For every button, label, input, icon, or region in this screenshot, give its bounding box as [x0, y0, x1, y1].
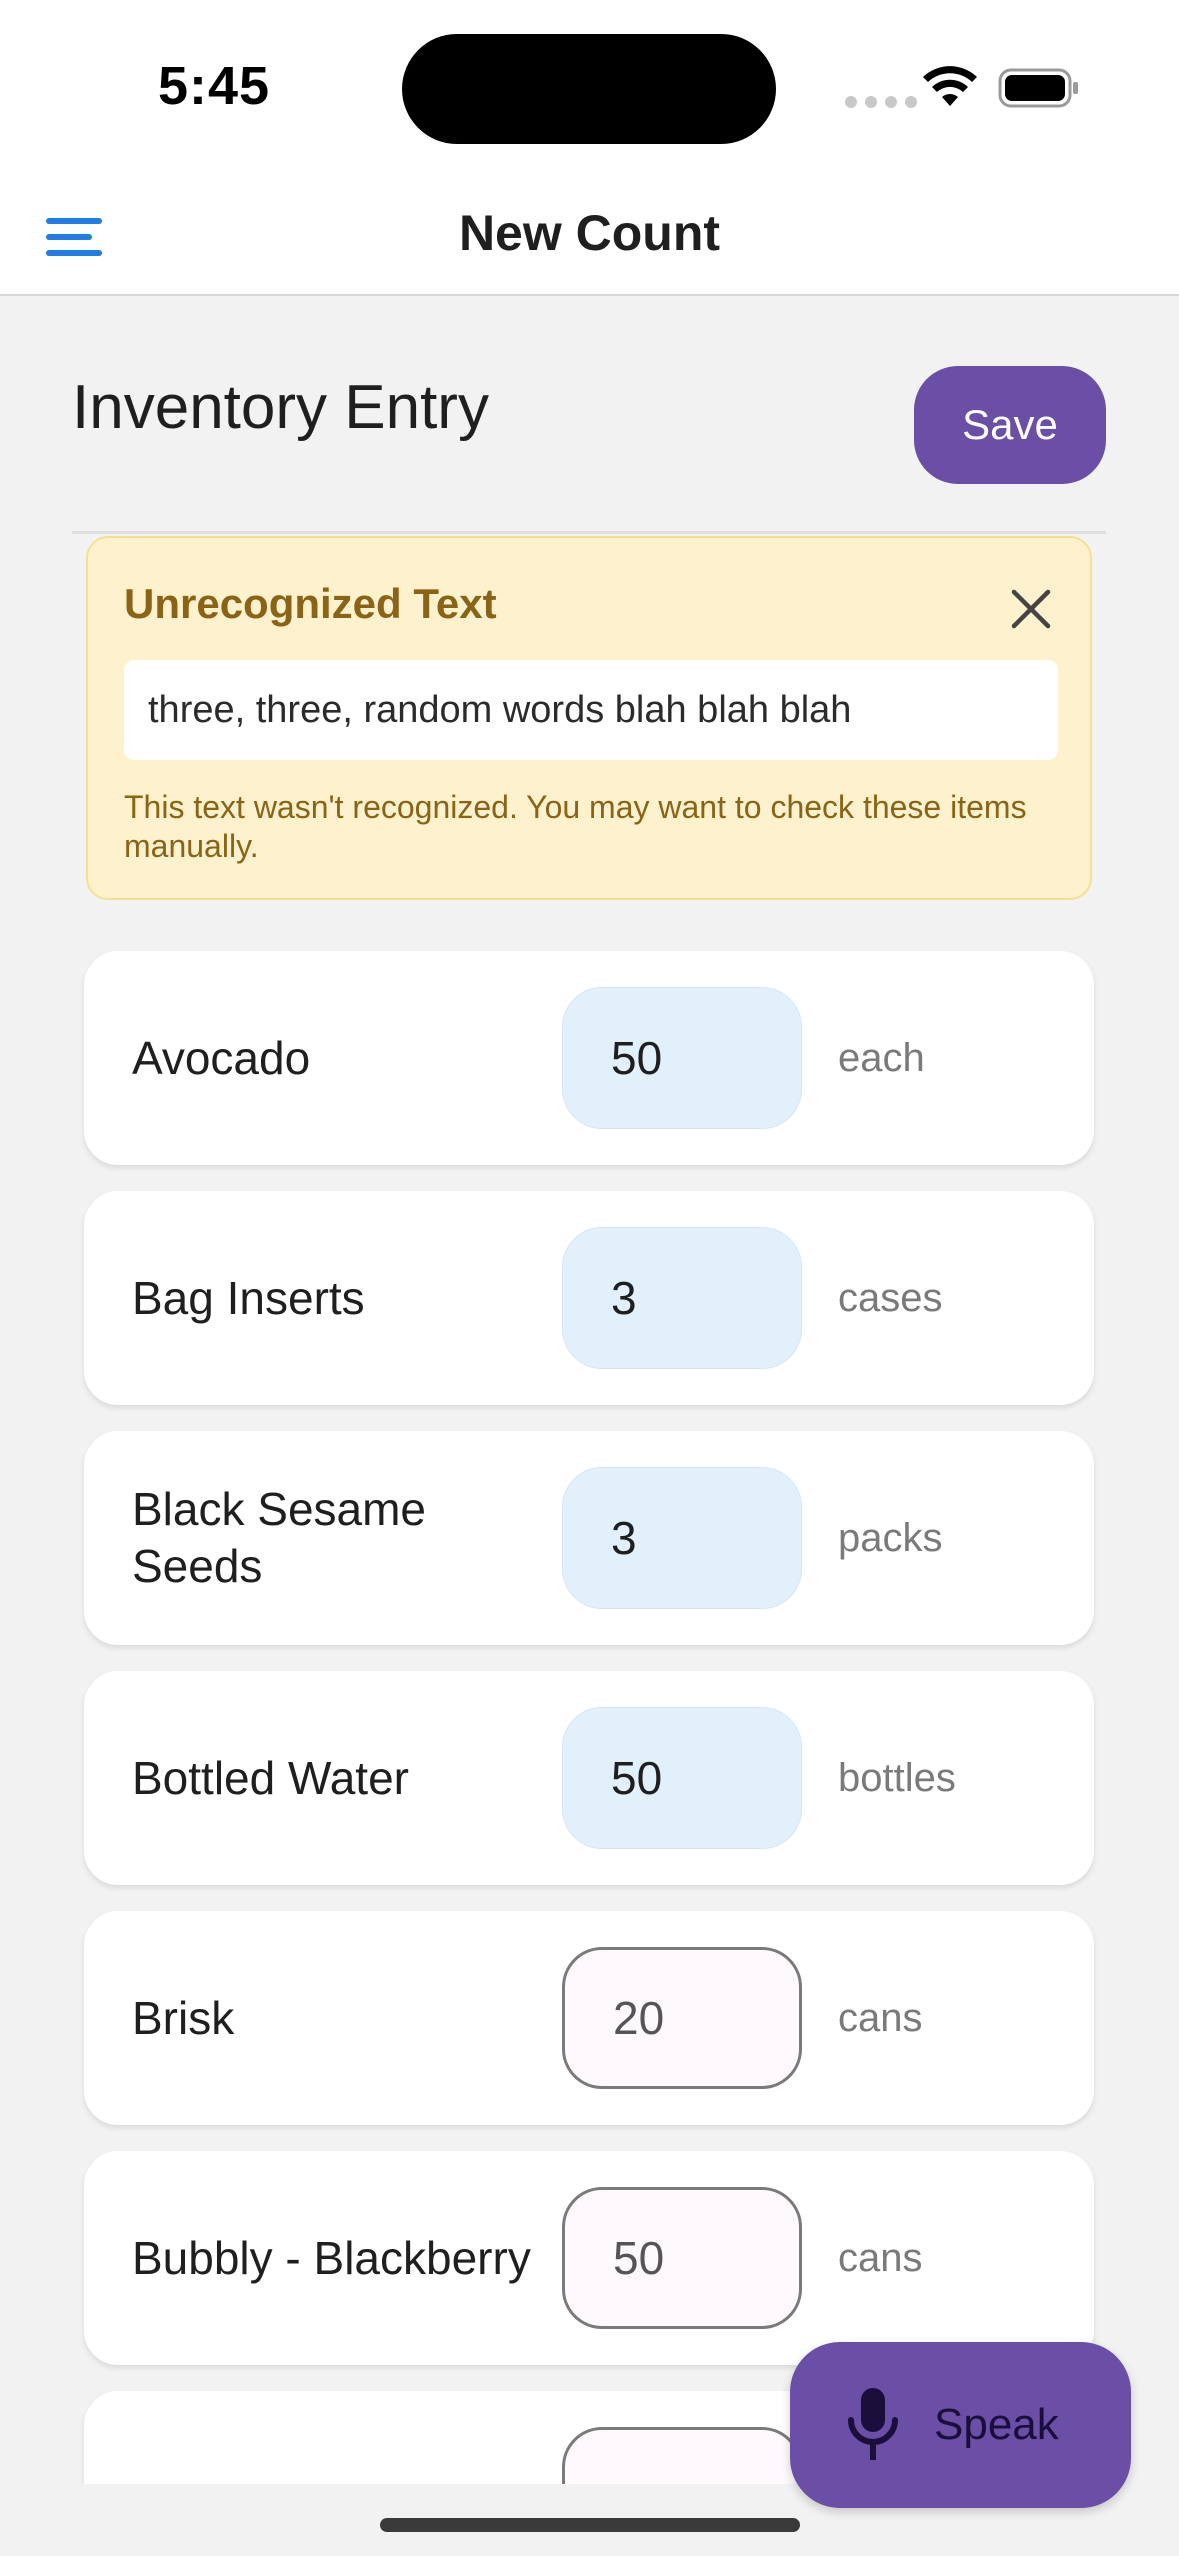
header-divider — [72, 531, 1106, 534]
page-title: Inventory Entry — [72, 373, 489, 442]
item-name: Avocado — [132, 1031, 311, 1084]
item-name: Brisk — [132, 1991, 235, 2044]
alert-title: Unrecognized Text — [124, 580, 497, 627]
list-item: Brisk 20 cans — [84, 1911, 1094, 2125]
close-icon[interactable] — [1008, 586, 1054, 632]
item-unit: cans — [838, 1995, 923, 2040]
list-item: Bottled Water 50 bottles — [84, 1671, 1094, 1885]
unrecognized-text-field[interactable]: three, three, random words blah blah bla… — [124, 660, 1058, 760]
item-name: Bottled Water — [132, 1751, 409, 1804]
save-button[interactable]: Save — [914, 366, 1106, 484]
list-item: Black Sesame Seeds 3 packs — [84, 1431, 1094, 1645]
list-item: Bubbly - Blackberry 50 cans — [84, 2151, 1094, 2365]
item-name: Black Sesame Seeds — [132, 1483, 427, 1592]
speak-button[interactable]: Speak — [790, 2342, 1131, 2508]
list-item: Bag Inserts 3 cases — [84, 1191, 1094, 1405]
list-item: Avocado 50 each — [84, 951, 1094, 1165]
content-area[interactable]: Inventory Entry Save Unrecognized Text t… — [0, 0, 1179, 2484]
alert-message: This text wasn't recognized. You may wan… — [124, 789, 1027, 864]
item-name: Bubbly - Blackberry — [132, 2231, 531, 2284]
quantity-input[interactable]: 50 — [562, 987, 802, 1129]
item-unit: cases — [838, 1275, 943, 1320]
quantity-input[interactable]: 50 — [562, 2187, 802, 2329]
quantity-input[interactable]: 3 — [562, 1227, 802, 1369]
speak-label: Speak — [934, 2400, 1059, 2449]
item-unit: packs — [838, 1515, 943, 1560]
quantity-input-partial[interactable] — [562, 2427, 802, 2484]
item-name: Bag Inserts — [132, 1271, 365, 1324]
microphone-icon — [848, 2388, 898, 2460]
quantity-input[interactable]: 50 — [562, 1707, 802, 1849]
quantity-input[interactable]: 3 — [562, 1467, 802, 1609]
unrecognized-text-alert: Unrecognized Text three, three, random w… — [86, 536, 1092, 900]
item-unit: bottles — [838, 1755, 956, 1800]
item-unit: cans — [838, 2235, 923, 2280]
home-indicator[interactable] — [380, 2518, 800, 2532]
item-unit: each — [838, 1035, 925, 1080]
quantity-input[interactable]: 20 — [562, 1947, 802, 2089]
